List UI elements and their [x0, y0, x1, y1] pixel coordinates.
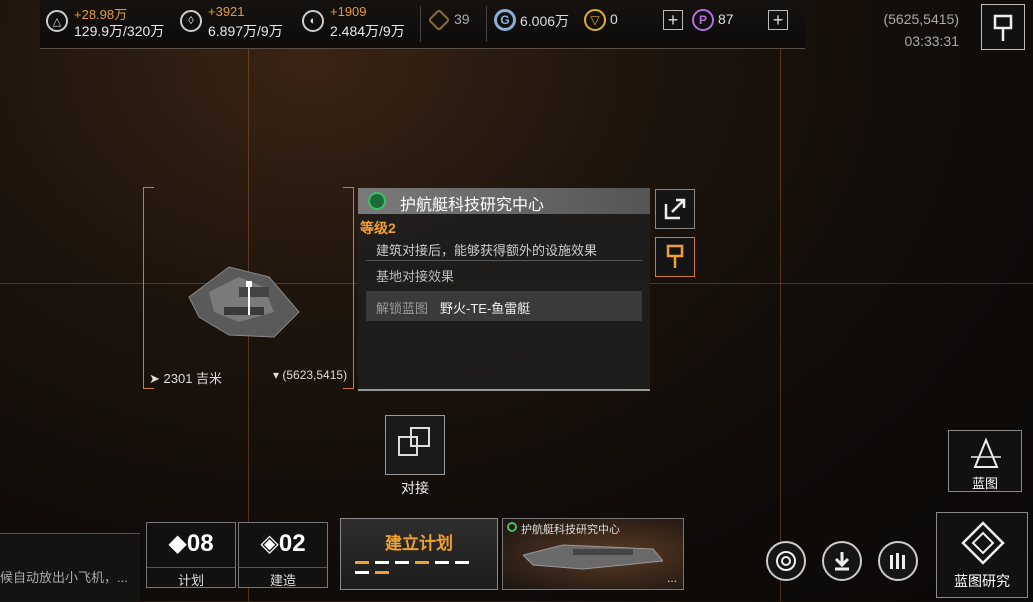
building-type-icon — [507, 522, 517, 532]
divider — [366, 260, 642, 261]
clock: 03:33:31 — [904, 33, 960, 49]
resource-delta: +1909 — [330, 4, 367, 19]
share-icon — [664, 198, 686, 220]
credits[interactable]: G 6.006万 — [494, 8, 584, 32]
dock-label: 对接 — [401, 480, 429, 496]
diamond-icon — [427, 8, 451, 32]
premium-currency[interactable]: P 87 — [692, 8, 772, 32]
resource-amount: 2.484万/9万 — [330, 23, 405, 39]
blueprint-label: 蓝图 — [971, 476, 998, 491]
base-effect-label: 基地对接效果 — [376, 269, 455, 284]
selection-bracket — [343, 187, 354, 389]
divider — [486, 6, 487, 42]
map-marker-button[interactable] — [981, 4, 1025, 50]
crew-icon — [890, 553, 905, 569]
plan-label: 计划 — [147, 567, 235, 589]
premium-icon: P — [692, 9, 714, 31]
token-count[interactable]: 39 — [427, 8, 478, 32]
gold-icon: ▽ — [584, 9, 606, 31]
coordinates: (5625,5415) — [883, 11, 959, 27]
unlock-label: 解锁蓝图 — [376, 301, 429, 316]
resource-metal[interactable]: △ +28.98万 129.9万/320万 — [46, 4, 176, 42]
plan-counter[interactable]: ◆08 计划 — [146, 522, 236, 588]
station-model — [188, 266, 300, 338]
station-model — [523, 544, 663, 570]
blueprint-research-button[interactable]: 蓝图研究 — [936, 512, 1028, 598]
build-count: ◈02 — [260, 530, 306, 557]
gas-icon: ◐ — [302, 10, 324, 32]
orbit-button[interactable] — [766, 541, 806, 581]
marker-icon — [666, 244, 684, 268]
resource-crystal[interactable]: ◊ +3921 6.897万/9万 — [180, 4, 300, 42]
plan-slots-indicator — [355, 561, 469, 574]
crystal-icon: ◊ — [180, 10, 202, 32]
map-grid-line — [780, 0, 781, 601]
resource-delta: +3921 — [208, 4, 245, 19]
download-button[interactable] — [822, 541, 862, 581]
add-premium-button[interactable]: + — [768, 10, 788, 30]
coordinates-display: (5625,5415) 03:33:31 — [883, 8, 959, 52]
gold-currency[interactable]: ▽ 0 — [584, 8, 664, 32]
resource-bar: △ +28.98万 129.9万/320万 ◊ +3921 6.897万/9万 … — [40, 0, 805, 49]
share-button[interactable] — [655, 189, 695, 229]
add-gold-button[interactable]: + — [663, 10, 683, 30]
dock-button[interactable] — [385, 415, 445, 475]
resource-amount: 6.897万/9万 — [208, 23, 283, 39]
triangle-icon: △ — [46, 10, 68, 32]
research-icon — [961, 521, 1005, 565]
building-info-panel: 护航艇科技研究中心 等级2 建筑对接后，能够获得额外的设施效果 基地对接效果 解… — [358, 188, 650, 391]
create-plan-button[interactable]: 建立计划 — [340, 518, 498, 590]
blueprint-button[interactable]: 蓝图 — [948, 430, 1022, 492]
more-indicator: ... — [666, 571, 677, 585]
download-icon — [834, 552, 850, 571]
blueprint-icon — [971, 437, 1001, 468]
resource-gas[interactable]: ◐ +1909 2.484万/9万 — [302, 4, 422, 42]
build-label: 建造 — [239, 567, 327, 589]
building-level: 等级2 — [360, 220, 396, 236]
selected-object[interactable]: ➤ 2301 吉米 ▾ (5623,5415) — [143, 187, 354, 389]
building-type-icon — [368, 192, 386, 210]
dock-icon — [398, 427, 430, 456]
plan-count: ◆08 — [168, 530, 214, 557]
crew-button[interactable] — [878, 541, 918, 581]
build-counter[interactable]: ◈02 建造 — [238, 522, 328, 588]
message-ticker[interactable]: 候自动放出小飞机，... — [0, 567, 128, 586]
orbit-icon — [776, 551, 796, 571]
panel-header: 护航艇科技研究中心 — [358, 188, 650, 214]
divider — [420, 6, 421, 42]
credits-icon: G — [494, 9, 516, 31]
unlock-value: 野火-TE-鱼雷艇 — [440, 301, 531, 316]
resource-amount: 129.9万/320万 — [74, 23, 165, 39]
building-thumbnail[interactable]: 护航艇科技研究中心 ... — [502, 518, 684, 590]
create-plan-label: 建立计划 — [385, 534, 453, 553]
unlock-blueprint-row: 解锁蓝图 野火-TE-鱼雷艇 — [366, 291, 642, 321]
selection-bracket — [143, 187, 154, 389]
building-description: 建筑对接后，能够获得额外的设施效果 — [376, 243, 598, 258]
mark-location-button[interactable] — [655, 237, 695, 277]
location-label: ▾ (5623,5415) — [273, 368, 348, 382]
blueprint-research-label: 蓝图研究 — [954, 573, 1010, 589]
marker-icon — [993, 14, 1013, 41]
building-title: 护航艇科技研究中心 — [400, 197, 545, 214]
distance-label: ➤ 2301 吉米 — [149, 371, 223, 386]
